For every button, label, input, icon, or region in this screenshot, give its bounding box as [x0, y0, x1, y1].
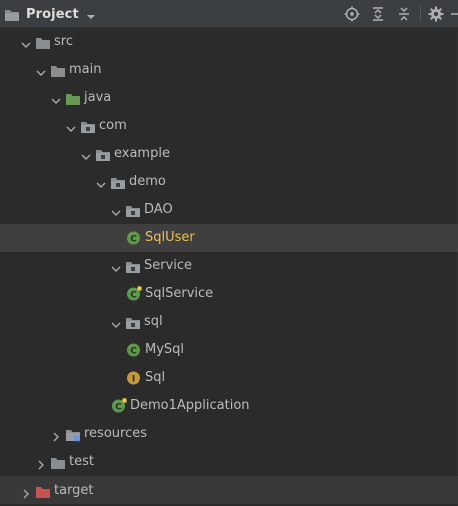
chevron-down-icon[interactable]: [85, 8, 97, 20]
tree-item-main[interactable]: main: [0, 56, 458, 84]
tree-item-label: DAO: [144, 202, 173, 217]
tree-item-test[interactable]: test: [0, 448, 458, 476]
excluded-folder-icon: [35, 484, 51, 498]
tree-item-label: java: [84, 90, 112, 105]
chevron-down-icon[interactable]: [110, 260, 122, 272]
package-icon: [110, 175, 126, 189]
source-folder-icon: [65, 91, 81, 105]
tree-item-demo1application[interactable]: C Demo1Application: [0, 392, 458, 420]
tree-item-com[interactable]: com: [0, 112, 458, 140]
chevron-right-icon[interactable]: [50, 428, 62, 442]
folder-icon: [50, 63, 66, 77]
tree-item-label: test: [69, 454, 94, 469]
tree-item-java[interactable]: java: [0, 84, 458, 112]
tree-item-label: demo: [129, 174, 166, 189]
tree-item-label: Service: [144, 258, 193, 273]
chevron-down-icon[interactable]: [80, 148, 92, 160]
locate-icon[interactable]: [342, 4, 362, 24]
spring-class-icon: C: [126, 286, 142, 302]
minimize-icon[interactable]: [450, 4, 458, 24]
chevron-right-icon[interactable]: [35, 456, 47, 470]
package-icon: [95, 147, 111, 161]
chevron-right-icon[interactable]: [20, 485, 32, 499]
chevron-down-icon[interactable]: [50, 92, 62, 104]
resources-folder-icon: [65, 427, 81, 442]
tree-item-resources[interactable]: resources: [0, 420, 458, 448]
tree-item-src[interactable]: src: [0, 28, 458, 56]
tree-item-label: Demo1Application: [130, 398, 250, 413]
tree-item-label: src: [54, 34, 73, 49]
toolbar-divider: [420, 6, 421, 22]
folder-icon: [50, 455, 66, 469]
tree-item-label: sql: [144, 314, 163, 329]
svg-text:C: C: [130, 290, 137, 300]
project-tool-window: Project src main java com example demo D…: [0, 0, 458, 506]
tree-item-label: MySql: [145, 342, 185, 357]
tree-item-sql[interactable]: sql: [0, 308, 458, 336]
package-icon: [80, 119, 96, 133]
project-header: Project: [0, 0, 458, 28]
class-icon: C: [126, 342, 142, 358]
class-icon: C: [126, 230, 142, 246]
interface-icon: I: [126, 370, 142, 386]
project-folder-icon: [4, 7, 20, 21]
tree-item-label: Sql: [145, 370, 166, 385]
tree-item-label: target: [54, 483, 94, 498]
tree-item-label: com: [99, 118, 127, 133]
folder-icon: [35, 35, 51, 49]
tree-item-mysql[interactable]: C MySql: [0, 336, 458, 364]
package-icon: [125, 315, 141, 329]
package-icon: [125, 203, 141, 217]
spring-class-icon: C: [111, 398, 127, 414]
chevron-down-icon[interactable]: [110, 316, 122, 328]
svg-text:I: I: [132, 374, 135, 384]
tree-item-label: SqlUser: [145, 230, 195, 245]
gear-icon[interactable]: [426, 4, 446, 24]
tree-item-example[interactable]: example: [0, 140, 458, 168]
tree-item-sql[interactable]: I Sql: [0, 364, 458, 392]
tree-item-label: SqlService: [145, 286, 214, 301]
tree-item-label: resources: [84, 426, 148, 441]
project-view-selector[interactable]: Project: [4, 4, 97, 24]
chevron-down-icon[interactable]: [95, 176, 107, 188]
tree-item-demo[interactable]: demo: [0, 168, 458, 196]
project-title: Project: [26, 6, 79, 22]
tree-item-label: example: [114, 146, 170, 161]
chevron-down-icon[interactable]: [35, 64, 47, 76]
expand-all-icon[interactable]: [368, 4, 388, 24]
chevron-down-icon[interactable]: [65, 120, 77, 132]
svg-text:C: C: [130, 234, 137, 244]
tree-item-sqluser[interactable]: C SqlUser: [0, 224, 458, 252]
package-icon: [125, 259, 141, 273]
tree-item-target[interactable]: target: [0, 476, 458, 504]
collapse-all-icon[interactable]: [394, 4, 414, 24]
tree-item-label: main: [69, 62, 102, 77]
tree-item-sqlservice[interactable]: C SqlService: [0, 280, 458, 308]
chevron-down-icon[interactable]: [20, 36, 32, 48]
tree-item-service[interactable]: Service: [0, 252, 458, 280]
tree-item-dao[interactable]: DAO: [0, 196, 458, 224]
chevron-down-icon[interactable]: [110, 204, 122, 216]
svg-text:C: C: [130, 346, 137, 356]
project-tree: src main java com example demo DAO C SqlUser Serv…: [0, 28, 458, 506]
svg-text:C: C: [115, 402, 122, 412]
